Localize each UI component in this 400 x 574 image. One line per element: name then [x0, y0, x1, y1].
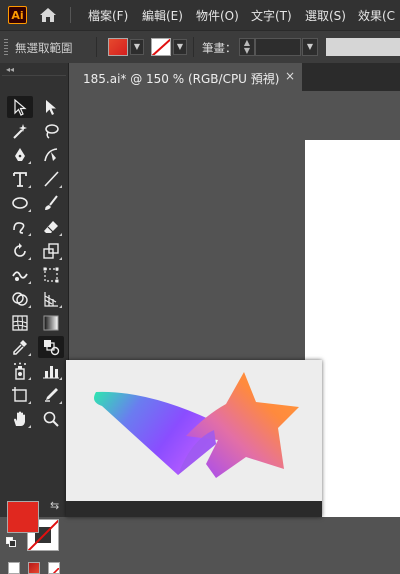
tool-group-indicator: [28, 425, 31, 428]
document-tab[interactable]: 185.ai* @ 150 % (RGB/CPU 預視) ×: [69, 63, 302, 91]
panel-grip[interactable]: [2, 75, 66, 79]
default-fill-stroke-icon[interactable]: [6, 537, 16, 547]
stroke-weight-label: 筆畫：: [202, 41, 237, 55]
menu-bar: Ai 檔案(F) 編輯(E) 物件(O) 文字(T) 選取(S) 效果(C: [0, 0, 400, 30]
tools-panel: ◂◂ ⇆: [0, 63, 69, 574]
control-divider: [96, 37, 97, 57]
column-graph-tool-icon[interactable]: [38, 360, 64, 382]
stroke-weight-stepper[interactable]: ▲ ▼: [239, 38, 255, 56]
close-tab-icon[interactable]: ×: [285, 69, 295, 83]
preview-footer-bar: [66, 501, 322, 517]
paintbrush-tool-icon[interactable]: [38, 192, 64, 214]
gradient-tool-icon[interactable]: [38, 312, 64, 334]
tool-group-indicator: [28, 305, 31, 308]
tool-group-indicator: [59, 377, 62, 380]
lasso-tool-icon[interactable]: [38, 120, 64, 142]
zoom-tool-icon[interactable]: [38, 408, 64, 430]
tool-group-indicator: [28, 377, 31, 380]
free-transform-tool-icon[interactable]: [38, 264, 64, 286]
control-bar-grip[interactable]: [4, 39, 8, 55]
ellipse-tool-icon[interactable]: [7, 192, 33, 214]
document-tab-strip: 185.ai* @ 150 % (RGB/CPU 預視) ×: [69, 63, 400, 91]
artwork-preview: [66, 360, 322, 517]
line-segment-tool-icon[interactable]: [38, 168, 64, 190]
menu-divider: [70, 7, 71, 23]
shape-builder-tool-icon[interactable]: [7, 288, 33, 310]
mesh-tool-icon[interactable]: [7, 312, 33, 334]
direct-selection-tool-icon[interactable]: [38, 96, 64, 118]
tool-group-indicator: [28, 233, 31, 236]
control-divider: [193, 37, 194, 57]
rotate-tool-icon[interactable]: [7, 240, 33, 262]
control-bar: 無選取範圍 ▼ ▼ 筆畫： ▲ ▼ ▼: [0, 30, 400, 63]
menu-type[interactable]: 文字(T): [251, 7, 292, 24]
home-icon[interactable]: [39, 7, 57, 23]
artboard-tool-icon[interactable]: [7, 384, 33, 406]
selection-status: 無選取範圍: [15, 41, 73, 55]
tool-group-indicator: [28, 161, 31, 164]
illustrator-logo: Ai: [8, 6, 27, 24]
menu-select[interactable]: 選取(S): [305, 7, 346, 24]
collapse-panel-icon[interactable]: ◂◂: [6, 65, 14, 74]
warp-tool-icon[interactable]: [7, 264, 33, 286]
stroke-weight-chevron-icon[interactable]: ▼: [302, 38, 318, 56]
selection-tool-icon[interactable]: [7, 96, 33, 118]
tool-group-indicator: [59, 257, 62, 260]
fill-color-box[interactable]: [7, 501, 39, 533]
hand-tool-icon[interactable]: [7, 408, 33, 430]
menu-effect[interactable]: 效果(C: [358, 7, 395, 24]
fill-dropdown-chevron-icon[interactable]: ▼: [130, 39, 144, 55]
perspective-grid-tool-icon[interactable]: [38, 288, 64, 310]
tool-group-indicator: [28, 401, 31, 404]
stroke-dropdown-chevron-icon[interactable]: ▼: [173, 39, 187, 55]
tool-group-indicator: [28, 257, 31, 260]
blend-artwork: [94, 372, 299, 478]
eyedropper-tool-icon[interactable]: [7, 336, 33, 358]
document-tab-title: 185.ai* @ 150 % (RGB/CPU 預視): [83, 72, 280, 86]
tool-group-indicator: [28, 185, 31, 188]
type-tool-icon[interactable]: [7, 168, 33, 190]
none-mode-button[interactable]: [48, 562, 60, 574]
shaper-tool-icon[interactable]: [7, 216, 33, 238]
slice-tool-icon[interactable]: [38, 384, 64, 406]
color-mode-button[interactable]: [8, 562, 20, 574]
stroke-weight-input[interactable]: [255, 38, 301, 56]
star-shape: [186, 372, 299, 478]
magic-wand-tool-icon[interactable]: [7, 120, 33, 142]
menu-object[interactable]: 物件(O): [196, 7, 239, 24]
menu-file[interactable]: 檔案(F): [88, 7, 128, 24]
fill-color-swatch[interactable]: [108, 38, 128, 56]
tool-group-indicator: [59, 233, 62, 236]
tool-group-indicator: [28, 353, 31, 356]
tool-group-indicator: [59, 305, 62, 308]
menu-edit[interactable]: 編輯(E): [142, 7, 183, 24]
curvature-tool-icon[interactable]: [38, 144, 64, 166]
tool-group-indicator: [59, 185, 62, 188]
blend-tool-icon[interactable]: [38, 336, 64, 358]
pen-tool-icon[interactable]: [7, 144, 33, 166]
variable-width-profile-field[interactable]: [326, 38, 400, 56]
tool-group-indicator: [28, 209, 31, 212]
tool-group-indicator: [59, 401, 62, 404]
swap-fill-stroke-icon[interactable]: ⇆: [50, 499, 59, 512]
eraser-tool-icon[interactable]: [38, 216, 64, 238]
tool-group-indicator: [28, 281, 31, 284]
scale-tool-icon[interactable]: [38, 240, 64, 262]
gradient-mode-button[interactable]: [28, 562, 40, 574]
stroke-color-swatch[interactable]: [151, 38, 171, 56]
symbol-sprayer-tool-icon[interactable]: [7, 360, 33, 382]
